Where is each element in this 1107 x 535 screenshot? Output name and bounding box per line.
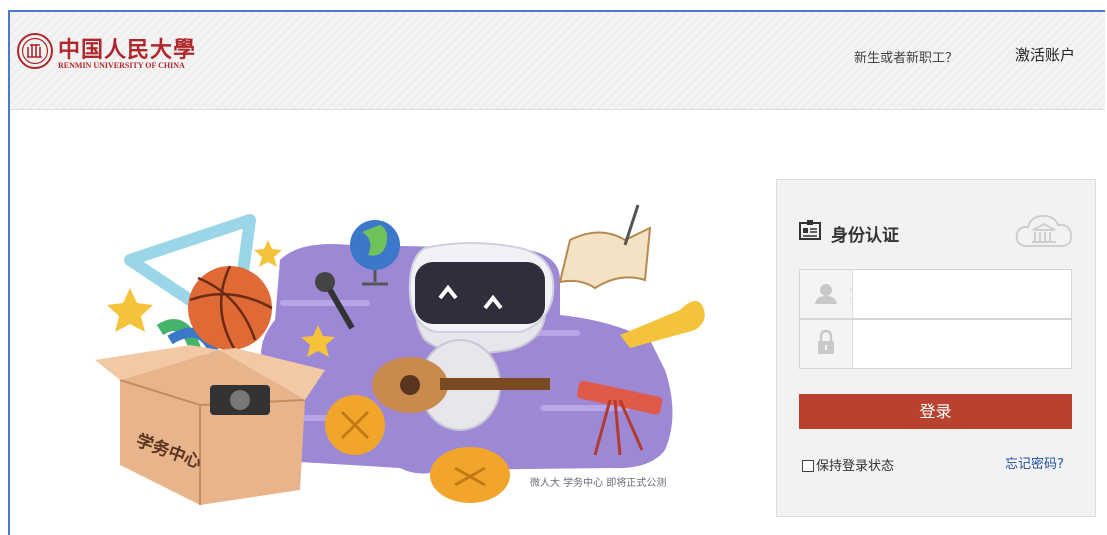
study-center-illustration: 学务中心 微人大 学务中心 即将正式公测: [95, 204, 705, 505]
new-user-question: 新生或者新职工？: [854, 51, 959, 66]
illustration-caption: 微人大 学务中心 即将正式公测: [530, 476, 666, 489]
identity-auth-title: 身份认证: [831, 226, 899, 246]
university-logo[interactable]: 中国人民大學 RENMIN UNIVERSITY OF CHINA: [16, 32, 206, 72]
remember-login[interactable]: 保持登录状态: [802, 455, 894, 474]
logo-english-name: RENMIN UNIVERSITY OF CHINA: [58, 61, 185, 70]
remember-checkbox[interactable]: [802, 460, 814, 472]
forgot-password-link[interactable]: 忘记密码?: [1005, 453, 1064, 472]
login-panel: 身份认证 登录 保持登录状态 忘记密码?: [776, 179, 1096, 517]
logo-chinese-name: 中国人民大學: [58, 37, 197, 63]
lock-icon: [818, 329, 834, 354]
username-input[interactable]: [858, 280, 1067, 310]
password-field: [799, 319, 1072, 369]
login-button[interactable]: 登录: [799, 394, 1072, 429]
university-seal-icon: [17, 33, 53, 69]
top-header: 中国人民大學 RENMIN UNIVERSITY OF CHINA 新生或者新职…: [10, 12, 1105, 110]
id-card-icon: [799, 220, 821, 240]
username-field: [799, 269, 1072, 319]
page-frame: 中国人民大學 RENMIN UNIVERSITY OF CHINA 新生或者新职…: [8, 10, 1105, 535]
password-input[interactable]: [858, 330, 1067, 360]
user-icon: [815, 284, 852, 304]
cloud-building-icon: [1015, 214, 1073, 247]
remember-label: 保持登录状态: [816, 459, 895, 474]
activate-account-link[interactable]: 激活账户: [1015, 44, 1075, 65]
